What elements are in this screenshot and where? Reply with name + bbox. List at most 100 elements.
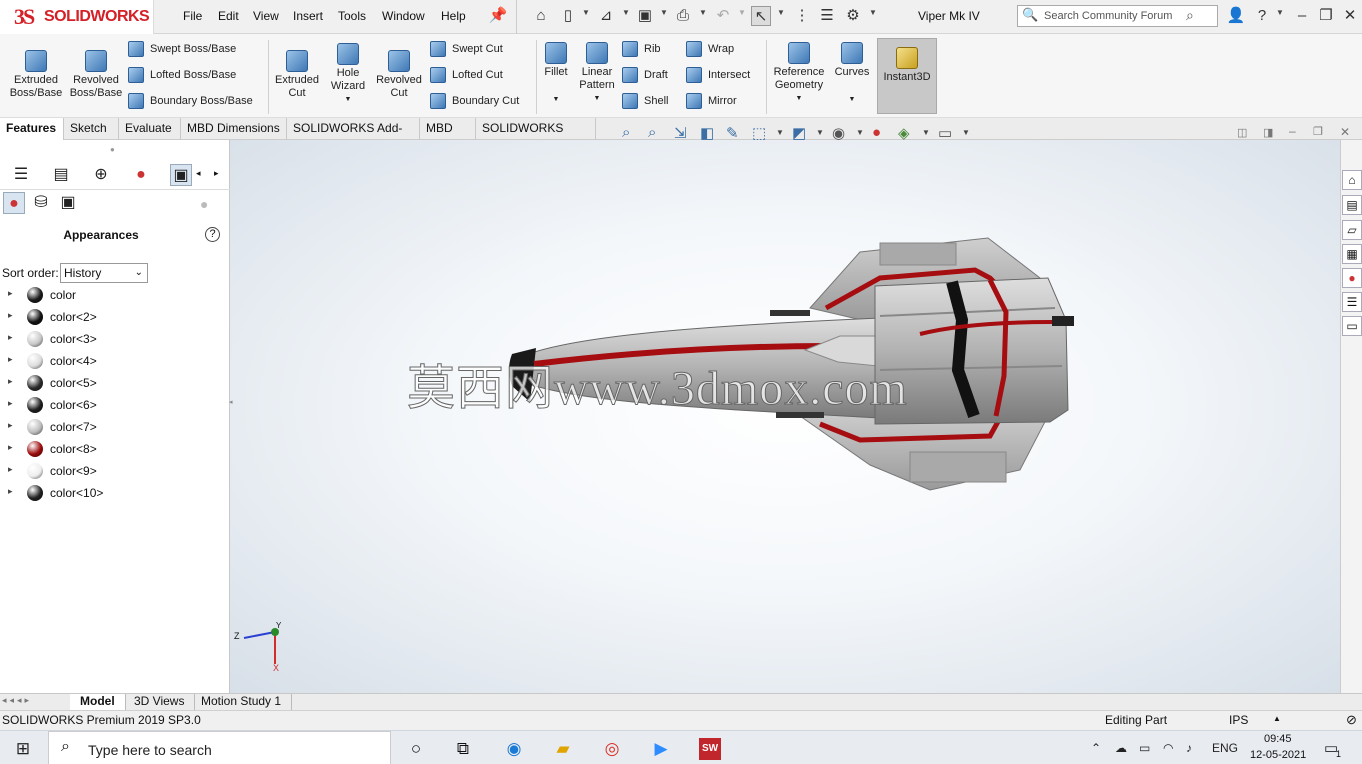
sort-order-select[interactable]: History ⌄: [60, 263, 148, 283]
tab-solidworks-add-ins[interactable]: SOLIDWORKS Add-Ins: [287, 118, 420, 156]
tab-features[interactable]: Features: [0, 118, 64, 140]
intersect-button[interactable]: Intersect: [686, 66, 750, 84]
list-item[interactable]: ▸ color<9>: [0, 460, 228, 482]
wrap-button[interactable]: Wrap: [686, 40, 734, 58]
extruded-cut-button[interactable]: Extruded Cut: [270, 50, 324, 100]
chevron-down-icon[interactable]: ▼: [869, 8, 877, 17]
view-orientation-icon[interactable]: ⬚: [752, 124, 766, 142]
expand-arrow-icon[interactable]: ▸: [8, 288, 13, 299]
tab-scroll-arrows[interactable]: ◂◂◂▸: [2, 695, 32, 706]
volume-icon[interactable]: ♪: [1186, 741, 1192, 755]
file-explorer-icon[interactable]: ▱: [1342, 220, 1362, 240]
expand-arrow-icon[interactable]: ▸: [8, 398, 13, 409]
zoom-to-fit-icon[interactable]: ⌕: [622, 124, 630, 141]
list-item[interactable]: ▸ color: [0, 284, 228, 306]
language-indicator[interactable]: ENG: [1212, 741, 1238, 755]
tab-evaluate[interactable]: Evaluate: [119, 118, 181, 140]
battery-icon[interactable]: ▭: [1139, 741, 1150, 755]
expand-arrow-icon[interactable]: ▸: [8, 420, 13, 431]
panel-collapse-handle[interactable]: ◂: [229, 398, 233, 406]
edit-appearance-icon[interactable]: ●: [872, 124, 881, 141]
tray-overflow-icon[interactable]: ⌃: [1091, 741, 1101, 755]
customize-status-icon[interactable]: ⊘: [1346, 712, 1357, 728]
help-icon[interactable]: ?: [1252, 6, 1272, 26]
search-community-input[interactable]: 🔍 Search Community Forum ⌕: [1017, 5, 1218, 27]
chevron-down-icon[interactable]: ▼: [582, 8, 590, 17]
save-icon[interactable]: ▣: [635, 6, 655, 26]
wifi-icon[interactable]: ◠: [1163, 741, 1173, 755]
viewport-close-icon[interactable]: ✕: [1340, 125, 1350, 139]
list-item[interactable]: ▸ color<7>: [0, 416, 228, 438]
chevron-up-icon[interactable]: ▲: [1273, 714, 1281, 723]
chevron-down-icon[interactable]: ▼: [699, 8, 707, 17]
chevron-down-icon[interactable]: ▼: [962, 128, 970, 137]
task-view-icon[interactable]: ⧉: [452, 738, 474, 760]
file-properties-icon[interactable]: ☰: [817, 6, 837, 26]
custom-properties-icon[interactable]: ☰: [1342, 292, 1362, 312]
chevron-down-icon[interactable]: ▼: [576, 92, 618, 105]
menu-file[interactable]: File: [183, 9, 202, 23]
section-view-icon[interactable]: ◧: [700, 124, 714, 142]
menu-window[interactable]: Window: [382, 9, 425, 23]
scene-view-icon[interactable]: ▣: [57, 192, 79, 214]
expand-arrow-icon[interactable]: ▸: [8, 464, 13, 475]
options-gear-icon[interactable]: ⚙: [843, 6, 863, 26]
split-view-icon[interactable]: ◫: [1237, 126, 1247, 139]
instant3d-toggle[interactable]: Instant3D: [877, 38, 937, 114]
mirror-button[interactable]: Mirror: [686, 92, 737, 110]
list-item[interactable]: ▸ color<5>: [0, 372, 228, 394]
restore-icon[interactable]: ❐: [1316, 6, 1336, 26]
extruded-boss-button[interactable]: Extruded Boss/Base: [6, 50, 66, 100]
forum-icon[interactable]: ▭: [1342, 316, 1362, 336]
search-icon[interactable]: ⌕: [1186, 7, 1194, 24]
appearances-view-icon[interactable]: ●: [3, 192, 25, 214]
list-item[interactable]: ▸ color<3>: [0, 328, 228, 350]
tab-motion-study[interactable]: Motion Study 1: [191, 694, 293, 710]
reference-geometry-button[interactable]: Reference Geometry ▼: [770, 42, 828, 105]
chevron-down-icon[interactable]: ▼: [622, 8, 630, 17]
draft-button[interactable]: Draft: [622, 66, 668, 84]
view-palette-icon[interactable]: ▦: [1342, 244, 1362, 264]
undo-icon[interactable]: ↶: [713, 6, 733, 26]
hide-show-items-icon[interactable]: ◉: [832, 124, 845, 142]
menu-insert[interactable]: Insert: [293, 9, 323, 23]
pin-menu-icon[interactable]: 📌: [488, 6, 508, 26]
list-item[interactable]: ▸ color<4>: [0, 350, 228, 372]
chevron-down-icon[interactable]: ▼: [660, 8, 668, 17]
swept-boss-button[interactable]: Swept Boss/Base: [128, 40, 236, 58]
curves-button[interactable]: Curves ▼: [832, 42, 872, 106]
list-item[interactable]: ▸ color<10>: [0, 482, 228, 504]
search-scope-icon[interactable]: 🔍: [1022, 7, 1038, 23]
windows-start-icon[interactable]: ⊞: [12, 738, 34, 760]
list-item[interactable]: ▸ color<8>: [0, 438, 228, 460]
solidworks-resources-icon[interactable]: ⌂: [1342, 170, 1362, 190]
configuration-manager-icon[interactable]: ⊕: [90, 164, 112, 186]
edge-browser-icon[interactable]: ◉: [503, 738, 525, 760]
hole-wizard-button[interactable]: Hole Wizard ▼: [326, 43, 370, 106]
tab-solidworks-cam[interactable]: SOLIDWORKS CAM: [476, 118, 596, 156]
decals-view-icon[interactable]: ⛁: [30, 192, 52, 214]
boundary-cut-button[interactable]: Boundary Cut: [430, 92, 519, 110]
list-item[interactable]: ▸ color<2>: [0, 306, 228, 328]
apply-scene-icon[interactable]: ◈: [898, 124, 910, 142]
filter-icon[interactable]: ●: [200, 196, 208, 212]
expand-arrow-icon[interactable]: ▸: [8, 486, 13, 497]
file-explorer-icon[interactable]: ▰: [552, 738, 574, 760]
clock-time[interactable]: 09:45: [1264, 733, 1292, 745]
chevron-down-icon[interactable]: ▼: [856, 128, 864, 137]
onedrive-icon[interactable]: ☁: [1115, 741, 1127, 755]
viewport-restore-icon[interactable]: ❐: [1313, 125, 1323, 138]
chevron-down-icon[interactable]: ▼: [1276, 8, 1284, 17]
tab-mbd-dimensions[interactable]: MBD Dimensions: [181, 118, 287, 140]
display-style-icon[interactable]: ◩: [792, 124, 806, 142]
tab-3d-views[interactable]: 3D Views: [124, 694, 196, 710]
drag-handle[interactable]: ●: [110, 145, 115, 154]
zoom-app-icon[interactable]: ▶: [650, 738, 672, 760]
list-item[interactable]: ▸ color<6>: [0, 394, 228, 416]
cam-manager-icon[interactable]: ▣: [170, 164, 192, 186]
chevron-down-icon[interactable]: ▼: [326, 93, 370, 106]
linear-pattern-button[interactable]: Linear Pattern ▼: [576, 42, 618, 105]
chevron-down-icon[interactable]: ▼: [770, 92, 828, 105]
taskbar-search-input[interactable]: ⌕ Type here to search: [48, 731, 391, 764]
property-manager-icon[interactable]: ▤: [50, 164, 72, 186]
